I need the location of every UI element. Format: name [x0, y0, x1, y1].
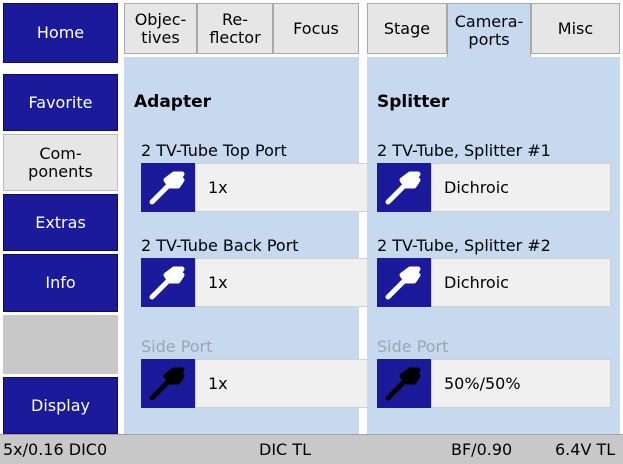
nav-display-label: Display	[31, 395, 90, 415]
adapter-heading: Adapter	[134, 92, 212, 112]
adapter-side-port-label: Side Port	[141, 337, 213, 356]
tab-reflector[interactable]: Re- flector	[197, 3, 273, 54]
back-port-value: 1x	[195, 258, 375, 307]
splitter1-control[interactable]: Dichroic	[377, 163, 611, 212]
tab-stage[interactable]: Stage	[367, 3, 447, 54]
tab-cameraports-label: Camera- ports	[454, 12, 524, 49]
back-port-control[interactable]: 1x	[141, 258, 375, 307]
nav-display-button[interactable]: Display	[3, 377, 118, 434]
nav-home-label: Home	[36, 23, 85, 42]
splitter1-label: 2 TV-Tube, Splitter #1	[377, 141, 551, 160]
wrench-icon	[385, 266, 421, 300]
wrench-icon	[149, 367, 185, 401]
tab-reflector-label: Re- flector	[209, 9, 261, 47]
tab-objectives[interactable]: Objec- tives	[124, 3, 197, 54]
nav-extras-label: Extras	[35, 212, 86, 232]
splitter2-control[interactable]: Dichroic	[377, 258, 611, 307]
status-bar: 5x/0.16 DIC0 DIC TL BF/0.90 6.4V TL	[0, 434, 623, 464]
splitter2-wrench-button[interactable]	[377, 258, 431, 307]
nav-favorite-label: Favorite	[28, 92, 93, 112]
nav-info-label: Info	[45, 273, 76, 292]
nav-extras-button[interactable]: Extras	[3, 194, 118, 251]
splitter2-value: Dichroic	[431, 258, 611, 307]
back-port-label: 2 TV-Tube Back Port	[141, 236, 299, 255]
wrench-icon	[385, 171, 421, 205]
splitter-heading: Splitter	[377, 92, 450, 112]
tab-stage-label: Stage	[383, 18, 431, 38]
splitter-panel: Splitter 2 TV-Tube, Splitter #1 Dichroic…	[367, 57, 620, 434]
adapter-side-port-value: 1x	[195, 359, 375, 408]
nav-home-button[interactable]: Home	[3, 3, 118, 63]
splitter-side-port-wrench-button[interactable]	[377, 359, 431, 408]
top-port-control[interactable]: 1x	[141, 163, 375, 212]
left-nav: Home Favorite Com- ponents Extras Info D…	[0, 0, 121, 434]
status-objective: 5x/0.16 DIC0	[3, 440, 108, 459]
wrench-icon	[149, 171, 185, 205]
top-port-label: 2 TV-Tube Top Port	[141, 141, 287, 160]
tab-focus[interactable]: Focus	[273, 3, 359, 54]
top-port-value: 1x	[195, 163, 375, 212]
tab-cameraports[interactable]: Camera- ports	[447, 3, 531, 58]
tab-objectives-label: Objec- tives	[134, 9, 187, 47]
nav-components-label: Com- ponents	[28, 143, 93, 181]
adapter-side-port-control[interactable]: 1x	[141, 359, 375, 408]
adapter-side-port-wrench-button[interactable]	[141, 359, 195, 408]
status-dic: DIC TL	[259, 440, 311, 459]
splitter-side-port-label: Side Port	[377, 337, 449, 356]
tab-divider	[359, 3, 367, 54]
nav-favorite-button[interactable]: Favorite	[3, 74, 118, 131]
tab-misc[interactable]: Misc	[531, 3, 620, 54]
splitter2-label: 2 TV-Tube, Splitter #2	[377, 236, 551, 255]
splitter-side-port-control[interactable]: 50%/50%	[377, 359, 611, 408]
status-voltage: 6.4V TL	[555, 440, 616, 459]
splitter-side-port-value: 50%/50%	[431, 359, 611, 408]
splitter1-wrench-button[interactable]	[377, 163, 431, 212]
top-port-wrench-button[interactable]	[141, 163, 195, 212]
nav-info-button[interactable]: Info	[3, 254, 118, 312]
splitter1-value: Dichroic	[431, 163, 611, 212]
tab-misc-label: Misc	[557, 18, 594, 38]
nav-empty-slot	[3, 315, 118, 374]
status-bf: BF/0.90	[451, 440, 513, 459]
adapter-panel: Adapter 2 TV-Tube Top Port 1x 2 TV-Tube …	[124, 57, 375, 434]
nav-components-button[interactable]: Com- ponents	[3, 134, 118, 191]
wrench-icon	[385, 367, 421, 401]
tab-focus-label: Focus	[293, 18, 339, 38]
back-port-wrench-button[interactable]	[141, 258, 195, 307]
wrench-icon	[149, 266, 185, 300]
